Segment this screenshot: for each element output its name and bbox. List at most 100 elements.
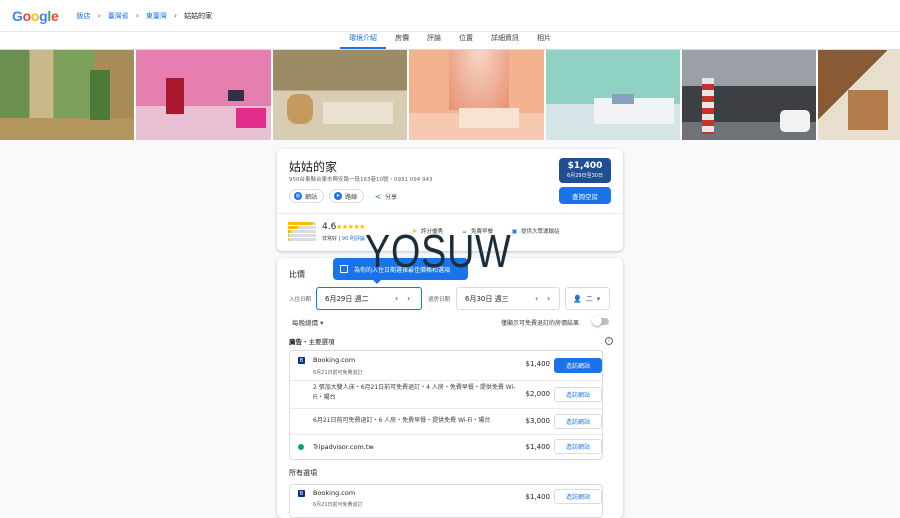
info-icon[interactable]: i [605, 337, 613, 345]
top-bar: Google 飯店 › 臺灣省 › 東臺灣 › 姑姑的家 [0, 0, 900, 31]
compare-title: 比價 [289, 270, 305, 279]
booking-icon: B [298, 357, 305, 364]
google-logo[interactable]: Google [12, 8, 59, 24]
person-icon: 👤 [573, 294, 582, 303]
hotel-address: 950台東縣台東市興安路一段163巷10號・0931 094 943 [289, 177, 433, 183]
rating-label: 非常好 [322, 236, 338, 242]
offer-source: Booking.com [313, 489, 356, 497]
check-availability-button[interactable]: 查詢空房 [559, 187, 611, 204]
chevron-down-icon: ▾ [596, 294, 601, 303]
tab-photos[interactable]: 相片 [528, 32, 560, 49]
checkout-date-field[interactable]: 6月30日 週三 ‹ › [456, 287, 560, 310]
amenity-label: 免費早餐 [471, 229, 494, 235]
tab-prices[interactable]: 房價 [386, 32, 418, 49]
offer-row: 2 張加大雙人床・6月21日前可免費退訂・4 人房・免費早餐・提供免費 Wi-F… [290, 381, 602, 409]
offer-source: Booking.com [313, 356, 356, 364]
breadcrumb-region[interactable]: 東臺灣 [146, 11, 167, 21]
rating-bars [288, 222, 316, 241]
photo-staircase[interactable] [818, 50, 900, 140]
breadcrumb-current: 姑姑的家 [184, 11, 213, 20]
visit-site-button[interactable]: 造訪網站 [554, 414, 602, 429]
visit-site-button[interactable]: 造訪網站 [554, 439, 602, 454]
globe-icon: ◍ [294, 192, 302, 200]
share-icon: ≺ [374, 191, 382, 201]
offer-price: $3,000 [525, 417, 551, 425]
share-button[interactable]: ≺ 分享 [370, 189, 403, 203]
hotel-name: 姑姑的家 [289, 160, 338, 174]
tripadvisor-icon [298, 444, 304, 450]
chevron-down-icon: ▾ [320, 319, 324, 327]
amenity-label: 提供大眾運輸站 [521, 229, 560, 235]
visit-site-button[interactable]: 造訪網站 [554, 358, 602, 373]
breadcrumb: 飯店 › 臺灣省 › 東臺灣 › 姑姑的家 [76, 11, 212, 21]
tab-details[interactable]: 詳細資訊 [482, 32, 528, 49]
website-label: 網站 [305, 193, 318, 201]
next-date-icon[interactable]: › [407, 294, 410, 303]
date-tooltip[interactable]: 為你的入住日期選擇最佳價格和選項 [333, 258, 468, 284]
amenity-rating: ★ 評分優秀 [411, 227, 444, 236]
checkin-date-field[interactable]: 6月29日 週二 ‹ › [316, 287, 422, 310]
chevron-right-icon: › [97, 11, 101, 20]
directions-button[interactable]: ➤ 路線 [329, 189, 365, 203]
coffee-icon: ☕ [461, 227, 468, 235]
photo-pink-room[interactable] [136, 50, 271, 140]
breadcrumb-hotels[interactable]: 飯店 [76, 11, 90, 21]
ads-section-label: 廣告・主要選項 [289, 336, 335, 346]
checkin-date-value: 6月29日 週二 [325, 294, 369, 303]
photo-green-room[interactable] [0, 50, 134, 140]
ads-label-bold: 廣告 [289, 338, 302, 346]
offer-row: B Booking.com 6月21日前可免費退訂 $1,400 造訪網站 [290, 485, 602, 515]
prev-date-icon[interactable]: ‹ [535, 294, 538, 303]
sort-dropdown[interactable]: 每晚總價 ▾ [292, 317, 323, 327]
star-icon: ★ [411, 227, 418, 235]
checkout-date-value: 6月30日 週三 [465, 294, 509, 303]
tab-overview[interactable]: 環境介紹 [340, 32, 386, 49]
price-compare-card: 比價 為你的入住日期選擇最佳價格和選項 入住日期 6月29日 週二 ‹ › 退房… [277, 258, 623, 518]
free-cancel-label: 僅顯示可免費退訂的房價結果 [501, 320, 580, 327]
offer-row: B Booking.com 6月21日前可免費退訂 $1,400 造訪網站 [290, 351, 602, 381]
offer-row: 6月21日前可免費退訂・6 人房・免費早餐・提供免費 Wi-Fi・陽台 $3,0… [290, 409, 602, 435]
offer-price: $2,000 [525, 390, 551, 398]
offer-price: $1,400 [525, 493, 551, 501]
photo-teal-room[interactable] [546, 50, 680, 140]
offer-price: $1,400 [525, 360, 551, 368]
calendar-icon [340, 265, 348, 273]
offer-description: 2 張加大雙人床・6月21日前可免費退訂・4 人房・免費早餐・提供免費 Wi-F… [313, 384, 516, 401]
tab-location[interactable]: 位置 [450, 32, 482, 49]
all-offer-list: B Booking.com 6月21日前可免費退訂 $1,400 造訪網站 [289, 484, 603, 518]
free-cancel-toggle[interactable] [592, 316, 609, 326]
prev-date-icon[interactable]: ‹ [395, 294, 398, 303]
offer-note: 6月21日前可免費退訂 [313, 502, 363, 508]
bus-icon: ▣ [511, 227, 518, 235]
divider [277, 213, 623, 214]
section-tabs: 環境介紹 房價 評論 位置 詳細資訊 相片 [0, 31, 900, 50]
tab-reviews[interactable]: 評論 [418, 32, 450, 49]
share-label: 分享 [385, 193, 398, 201]
checkin-label: 入住日期 [289, 297, 312, 303]
price-badge[interactable]: $1,400 6月29日至30日 [559, 158, 611, 183]
price-badge-amount: $1,400 [567, 161, 603, 171]
visit-site-button[interactable]: 造訪網站 [554, 489, 602, 504]
review-count-link[interactable]: 90 則評論 [342, 236, 365, 242]
guest-selector[interactable]: 👤 二 ▾ [565, 287, 610, 310]
amenity-label: 評分優秀 [421, 229, 444, 235]
chevron-right-icon: › [173, 11, 178, 20]
visit-site-button[interactable]: 造訪網站 [554, 387, 602, 402]
all-options-label: 所有選項 [289, 469, 317, 477]
booking-icon: B [298, 490, 305, 497]
breadcrumb-province[interactable]: 臺灣省 [108, 11, 129, 21]
checkout-label: 退房日期 [428, 297, 451, 303]
photo-strip [0, 50, 900, 140]
photo-teddy-lounge[interactable] [273, 50, 407, 140]
next-date-icon[interactable]: › [547, 294, 550, 303]
rating-summary: 非常好 | 90 則評論 [322, 236, 365, 242]
website-button[interactable]: ◍ 網站 [289, 189, 325, 203]
photo-canopy-bed[interactable] [409, 50, 544, 140]
offer-note: 6月21日前可免費退訂 [313, 370, 363, 376]
ads-label-rest: ・主要選項 [302, 338, 335, 346]
star-rating-icon: ★★★★★ [336, 223, 365, 231]
photo-building-exterior[interactable] [682, 50, 816, 140]
sort-value: 每晚總價 [292, 319, 318, 327]
directions-label: 路線 [345, 193, 358, 201]
ads-offer-list: B Booking.com 6月21日前可免費退訂 $1,400 造訪網站 2 … [289, 350, 603, 460]
